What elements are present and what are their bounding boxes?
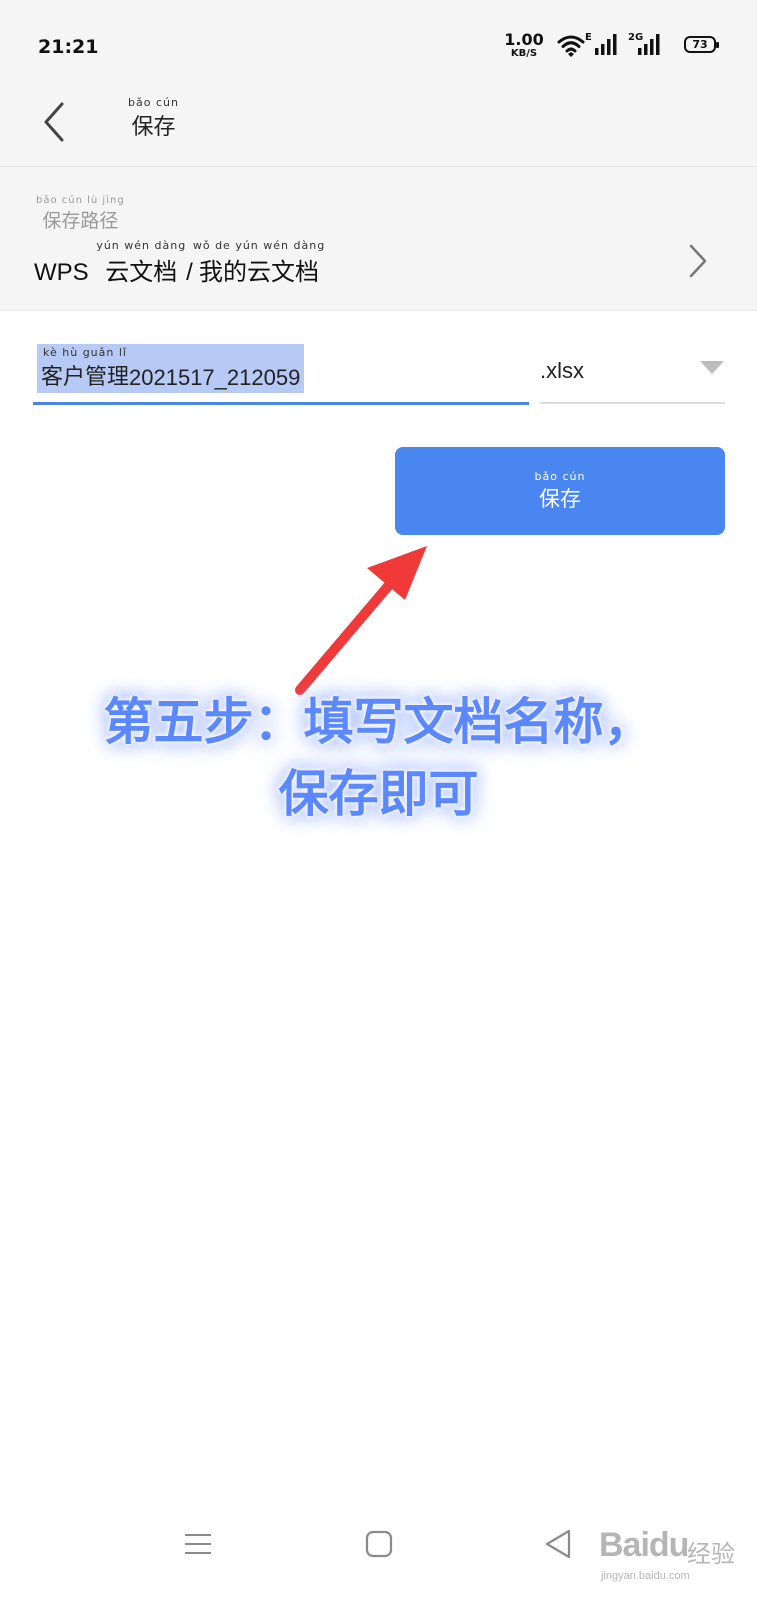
watermark-brand-cn: 经验	[687, 1540, 735, 1568]
annotation-arrow-icon	[295, 546, 427, 695]
annotation-line-1: 第五步：填写文档名称，	[103, 693, 654, 751]
square-home-icon[interactable]	[365, 1530, 393, 1558]
watermark-url: jingyan.baidu.com	[601, 1570, 690, 1582]
triangle-back-icon[interactable]	[543, 1528, 573, 1560]
watermark-brand: Baidu	[599, 1526, 689, 1564]
tutorial-annotation: 第五步：填写文档名称， 保存即可	[0, 686, 757, 830]
annotation-line-2: 保存即可	[278, 765, 479, 823]
baidu-jingyan-watermark: Baidu 经验 jingyan.baidu.com	[577, 1520, 747, 1590]
system-nav-bar: Baidu 经验 jingyan.baidu.com	[0, 1510, 757, 1600]
menu-icon[interactable]	[183, 1530, 213, 1558]
